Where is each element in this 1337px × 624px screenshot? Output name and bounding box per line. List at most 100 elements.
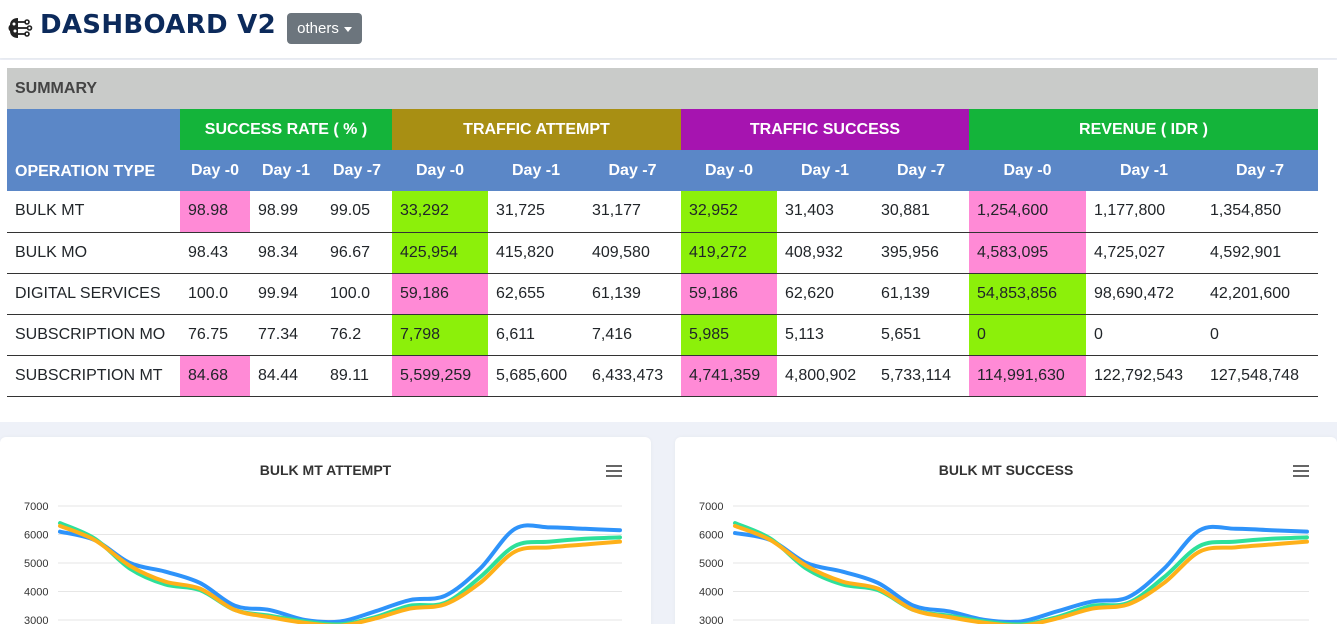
table-row: SUBSCRIPTION MT 84.68 84.44 89.11 5,599,259 5…	[7, 355, 1318, 397]
op-type-cell: BULK MO	[7, 232, 180, 274]
value-cell: 77.34	[250, 314, 322, 356]
day-header-label: Day -1	[511, 161, 561, 179]
value-cell: 1,354,850	[1202, 191, 1318, 233]
day-header-row: Day -0 Day -1 Day -7 Day -0 Day -1 Day -7 Day …	[7, 150, 1318, 191]
value-cell: 98.98	[180, 191, 250, 233]
y-tick-label: 7000	[24, 501, 48, 513]
value-cell: 31,177	[584, 191, 681, 233]
caret-down-icon	[343, 26, 352, 32]
value-cell: 100.0	[180, 273, 250, 315]
value-cell: 99.94	[250, 273, 322, 315]
value-cell: 61,139	[873, 273, 969, 315]
day-header-cell: Day -7	[873, 150, 969, 191]
y-tick-label: 6000	[699, 530, 723, 542]
table-row: BULK MO 98.43 98.34 96.67 425,954 415,820 409,…	[7, 232, 1318, 274]
line-chart-success: 7000 6000 5000 4000 3000	[699, 501, 1309, 624]
value-cell: 114,991,630	[969, 355, 1086, 397]
value-cell: 89.11	[322, 355, 392, 397]
day-header-cell: Day -0	[681, 150, 777, 191]
value-cell: 0	[969, 314, 1086, 356]
day-header-cell: Day -0	[969, 150, 1086, 191]
value-cell: 98,690,472	[1086, 273, 1202, 315]
value-cell: 6,611	[488, 314, 584, 356]
day-header-label: Day -0	[415, 161, 465, 179]
chart-title: BULK MT ATTEMPT	[259, 462, 392, 478]
table-row: SUBSCRIPTION MO 76.75 77.34 76.2 7,798 6,611 7…	[7, 314, 1318, 356]
value-cell: 4,592,901	[1202, 232, 1318, 274]
value-cell: 62,655	[488, 273, 584, 315]
value-cell: 127,548,748	[1202, 355, 1318, 397]
chart-title: BULK MT SUCCESS	[938, 462, 1074, 478]
summary-table: OPERATION TYPE SUCCESS RATE ( % ) TRAFFI…	[7, 109, 1318, 397]
value-cell: 84.44	[250, 355, 322, 397]
brain-circuit-icon	[8, 18, 33, 38]
hamburger-menu-icon[interactable]	[606, 465, 622, 477]
day-header-label: Day -0	[704, 161, 754, 179]
y-tick-label: 3000	[24, 615, 48, 624]
value-cell: 76.75	[180, 314, 250, 356]
day-header-label: Day -1	[261, 161, 311, 179]
value-cell: 0	[1202, 314, 1318, 356]
op-type-cell: SUBSCRIPTION MO	[7, 314, 180, 356]
value-cell: 100.0	[322, 273, 392, 315]
value-cell: 98.34	[250, 232, 322, 274]
value-cell: 31,725	[488, 191, 584, 233]
others-dropdown-label: others	[297, 20, 339, 37]
value-cell: 4,725,027	[1086, 232, 1202, 274]
op-type-cell: BULK MT	[7, 191, 180, 233]
summary-title: SUMMARY	[7, 68, 1318, 109]
day-header-cell: Day -0	[392, 150, 488, 191]
day-header-cell: Day -7	[584, 150, 681, 191]
y-tick-label: 7000	[699, 501, 723, 513]
value-cell: 5,985	[681, 314, 777, 356]
value-cell: 54,853,856	[969, 273, 1086, 315]
day-header-cell: Day -7	[1202, 150, 1318, 191]
hamburger-menu-icon[interactable]	[1293, 465, 1309, 477]
value-cell: 33,292	[392, 191, 488, 233]
y-tick-label: 4000	[24, 587, 48, 599]
value-cell: 98.99	[250, 191, 322, 233]
y-tick-label: 4000	[699, 587, 723, 599]
value-cell: 4,741,359	[681, 355, 777, 397]
value-cell: 409,580	[584, 232, 681, 274]
group-success-rate: SUCCESS RATE ( % )	[180, 109, 392, 150]
value-cell: 425,954	[392, 232, 488, 274]
value-cell: 1,177,800	[1086, 191, 1202, 233]
day-header-cell: Day -7	[322, 150, 392, 191]
value-cell: 76.2	[322, 314, 392, 356]
value-cell: 5,685,600	[488, 355, 584, 397]
value-cell: 0	[1086, 314, 1202, 356]
group-revenue: REVENUE ( IDR )	[969, 109, 1318, 150]
op-type-cell: DIGITAL SERVICES	[7, 273, 180, 315]
group-traffic-attempt: TRAFFIC ATTEMPT	[392, 109, 681, 150]
chart-card-bulk-mt-attempt: BULK MT ATTEMPT 7000 6000 5000 4000 3000	[0, 437, 651, 624]
day-header-cell: Day -0	[180, 150, 250, 191]
day-header-label: Day -1	[1119, 161, 1169, 179]
value-cell: 419,272	[681, 232, 777, 274]
value-cell: 5,733,114	[873, 355, 969, 397]
summary-table-body: BULK MT 98.98 98.99 99.05 33,292 31,725 31,177…	[7, 191, 1318, 397]
value-cell: 98.43	[180, 232, 250, 274]
day-header-label: Day -1	[800, 161, 850, 179]
day-header-label: Day -7	[608, 161, 657, 179]
group-traffic-success: TRAFFIC SUCCESS	[681, 109, 969, 150]
others-dropdown-button[interactable]: others	[287, 13, 362, 44]
value-cell: 1,254,600	[969, 191, 1086, 233]
table-row: DIGITAL SERVICES 100.0 99.94 100.0 59,186 62,…	[7, 273, 1318, 315]
op-type-header: OPERATION TYPE	[7, 109, 180, 191]
y-tick-label: 3000	[699, 615, 723, 624]
day-header-label: Day -7	[332, 161, 382, 179]
value-cell: 7,416	[584, 314, 681, 356]
value-cell: 395,956	[873, 232, 969, 274]
value-cell: 415,820	[488, 232, 584, 274]
value-cell: 5,651	[873, 314, 969, 356]
value-cell: 59,186	[392, 273, 488, 315]
day-header-cell: Day -1	[488, 150, 584, 191]
value-cell: 122,792,543	[1086, 355, 1202, 397]
day-header-cell: Day -1	[1086, 150, 1202, 191]
op-type-cell: SUBSCRIPTION MT	[7, 355, 180, 397]
day-header-label: Day -7	[896, 161, 946, 179]
value-cell: 61,139	[584, 273, 681, 315]
value-cell: 5,599,259	[392, 355, 488, 397]
value-cell: 62,620	[777, 273, 873, 315]
